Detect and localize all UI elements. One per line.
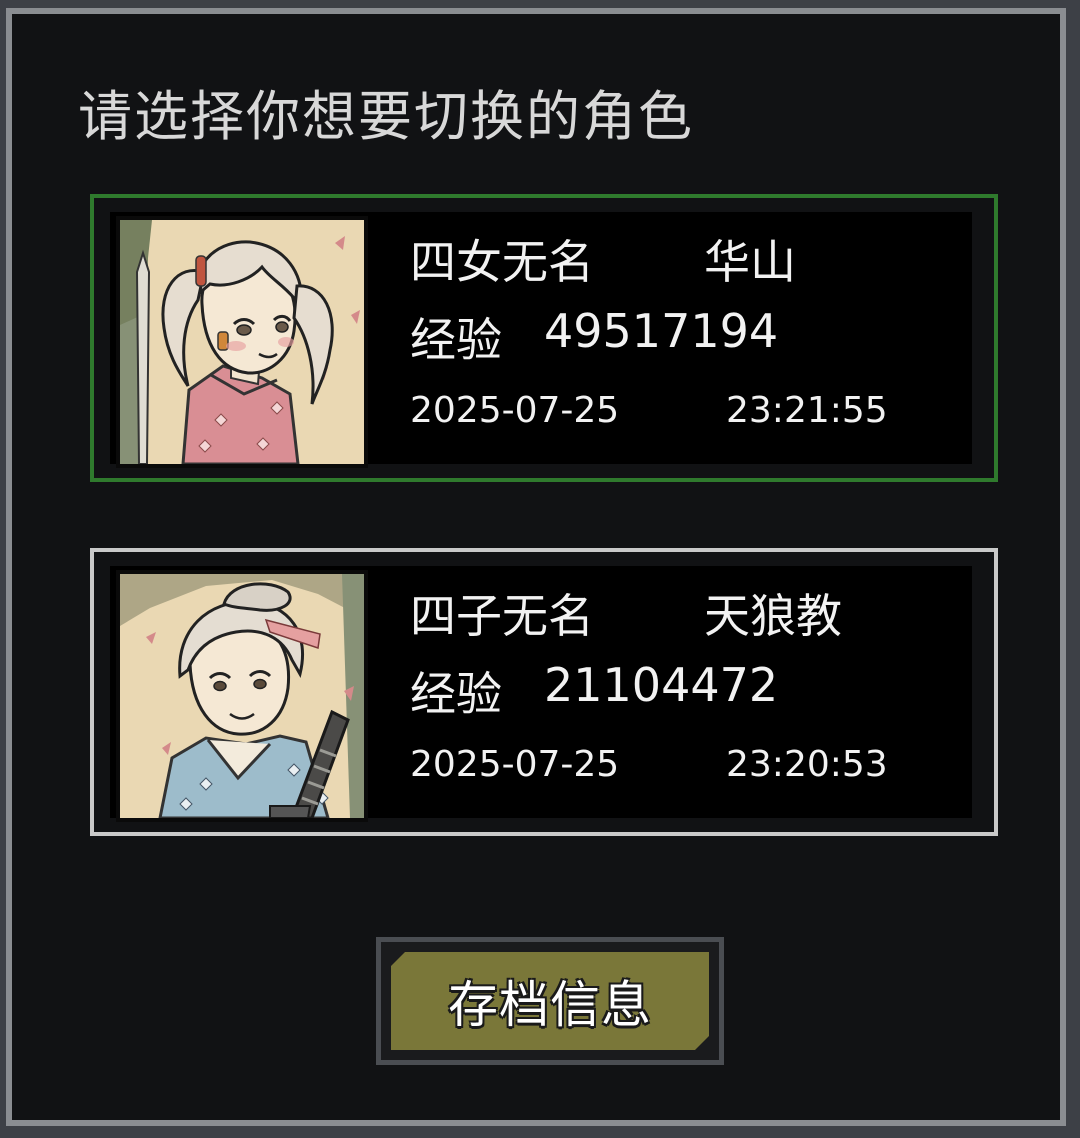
save-info-button[interactable]: 存档信息 (376, 937, 724, 1065)
character-switch-dialog: 请选择你想要切换的角色 四女无名 华山 经验 49517194 2025-07-… (6, 8, 1066, 1126)
character-info: 四女无名 华山 经验 49517194 2025-07-25 23:21:55 (410, 212, 972, 464)
character-card-2[interactable]: 四子无名 天狼教 经验 21104472 2025-07-25 23:20:53 (90, 548, 998, 836)
save-info-button-label: 存档信息 (448, 976, 652, 1034)
save-time: 23:20:53 (726, 744, 888, 785)
character-sect: 华山 (704, 235, 796, 289)
character-name: 四子无名 (410, 589, 594, 643)
save-date: 2025-07-25 (410, 390, 620, 431)
character-card-1[interactable]: 四女无名 华山 经验 49517194 2025-07-25 23:21:55 (90, 194, 998, 482)
character-info: 四子无名 天狼教 经验 21104472 2025-07-25 23:20:53 (410, 566, 972, 818)
character-name: 四女无名 (410, 235, 594, 289)
experience-value: 49517194 (544, 304, 779, 358)
experience-label: 经验 (410, 667, 502, 721)
female-character-portrait (120, 220, 364, 464)
experience-value: 21104472 (544, 658, 779, 712)
character-sect: 天狼教 (704, 589, 842, 643)
portrait-frame (116, 570, 368, 822)
male-character-portrait (120, 574, 364, 818)
save-info-button-face: 存档信息 (391, 952, 709, 1050)
character-card-inner: 四子无名 天狼教 经验 21104472 2025-07-25 23:20:53 (110, 566, 972, 822)
portrait-frame (116, 216, 368, 468)
character-card-inner: 四女无名 华山 经验 49517194 2025-07-25 23:21:55 (110, 212, 972, 468)
dialog-title: 请选择你想要切换的角色 (78, 85, 694, 148)
save-time: 23:21:55 (726, 390, 888, 431)
experience-label: 经验 (410, 313, 502, 367)
save-date: 2025-07-25 (410, 744, 620, 785)
